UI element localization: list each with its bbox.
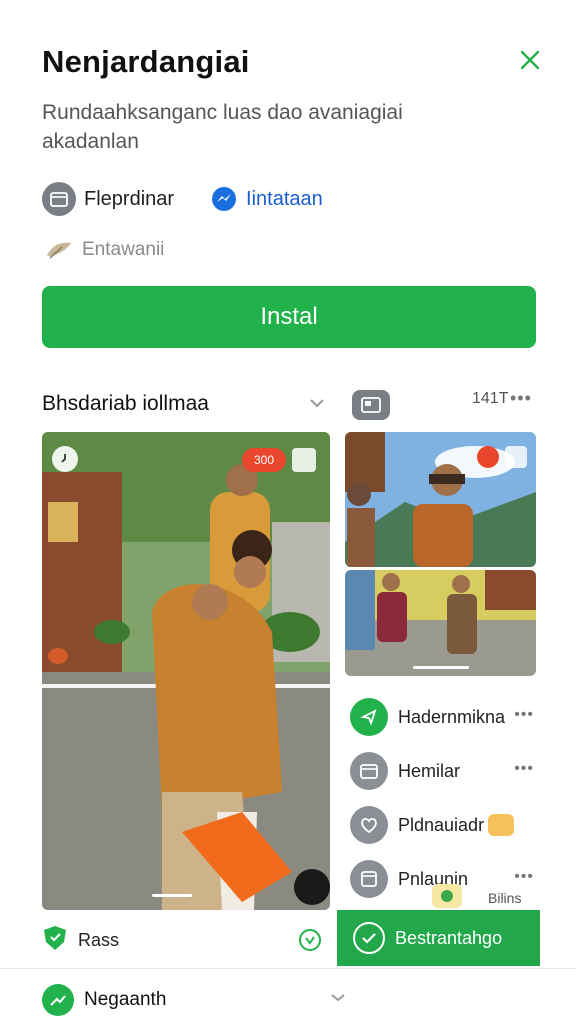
category-tag[interactable]: Entawanii bbox=[42, 236, 164, 264]
section-count: 141T bbox=[472, 390, 509, 407]
gallery-section-header: Bhsdariab iollmaa 141T ••• bbox=[42, 388, 536, 422]
photo-side-mid[interactable] bbox=[345, 570, 536, 676]
more-icon[interactable]: ••• bbox=[510, 388, 532, 409]
location-icon bbox=[350, 698, 388, 736]
rate-label: Rass bbox=[78, 929, 120, 950]
action-label: Hemilar bbox=[398, 760, 461, 781]
more-icon[interactable]: ••• bbox=[514, 706, 534, 724]
clock-icon[interactable] bbox=[52, 446, 78, 472]
meta-item-messenger-label: Iintataan bbox=[246, 187, 323, 210]
shield-icon bbox=[42, 924, 68, 957]
messenger-icon bbox=[210, 185, 239, 213]
photo-side-top[interactable] bbox=[345, 432, 536, 567]
page-title: Nenjardangiai bbox=[42, 44, 250, 79]
more-icon[interactable]: ••• bbox=[514, 760, 534, 778]
action-label: Hadernmikna bbox=[398, 706, 506, 727]
bottom-bar[interactable]: Negaanth bbox=[42, 980, 536, 1020]
heart-icon bbox=[350, 806, 388, 844]
meta-row: Fleprdinar Iintataan bbox=[42, 182, 359, 216]
photo-count-badge: 300 bbox=[242, 448, 286, 472]
chevron-down-icon[interactable] bbox=[304, 390, 330, 416]
chevron-down-icon[interactable] bbox=[330, 990, 350, 1010]
swipe-indicator bbox=[413, 666, 469, 669]
bottom-bar-label: Negaanth bbox=[84, 989, 167, 1010]
action-label: Pldnauiadr bbox=[398, 814, 485, 835]
leaf-icon bbox=[42, 236, 76, 264]
meta-item-date[interactable]: Fleprdinar bbox=[42, 182, 174, 216]
calendar-icon bbox=[350, 752, 388, 790]
small-count: Bilins bbox=[488, 890, 522, 906]
meta-item-messenger[interactable]: Iintataan bbox=[210, 185, 323, 213]
emoji-icon bbox=[488, 814, 515, 836]
trend-icon bbox=[42, 984, 74, 1016]
app-description: Rundaahksanganc luas dao avaniagiai akad… bbox=[42, 101, 403, 153]
action-list: Hadernmikna ••• Hemilar ••• Pldnauiadr P… bbox=[350, 690, 540, 906]
cta-label: Bestrantahgo bbox=[395, 927, 503, 948]
category-tag-label: Entawanii bbox=[82, 239, 165, 260]
swipe-indicator bbox=[152, 894, 192, 897]
section-title: Bhsdariab iollmaa bbox=[42, 392, 209, 415]
expand-icon[interactable] bbox=[505, 446, 527, 468]
calendar-icon bbox=[42, 182, 76, 216]
action-item-location[interactable]: Hadernmikna ••• bbox=[350, 690, 540, 744]
primary-cta-button[interactable]: Bestrantahgo bbox=[337, 910, 540, 966]
sticker-icon bbox=[432, 884, 462, 908]
divider bbox=[0, 968, 576, 969]
check-circle-icon bbox=[353, 922, 385, 954]
record-icon[interactable] bbox=[477, 446, 499, 468]
expand-icon[interactable] bbox=[292, 448, 316, 472]
check-circle-icon[interactable] bbox=[298, 928, 322, 952]
meta-item-date-label: Fleprdinar bbox=[84, 187, 175, 210]
close-icon bbox=[520, 50, 540, 70]
close-button[interactable] bbox=[514, 44, 546, 76]
more-icon[interactable]: ••• bbox=[514, 868, 534, 886]
gallery-icon[interactable] bbox=[352, 390, 390, 420]
action-item-calendar[interactable]: Hemilar ••• bbox=[350, 744, 540, 798]
install-button[interactable]: Instal bbox=[42, 286, 536, 348]
rate-row[interactable]: Rass bbox=[42, 920, 330, 960]
document-icon bbox=[350, 860, 388, 898]
photo-main[interactable]: 300 bbox=[42, 432, 330, 910]
action-item-favorite[interactable]: Pldnauiadr bbox=[350, 798, 540, 852]
